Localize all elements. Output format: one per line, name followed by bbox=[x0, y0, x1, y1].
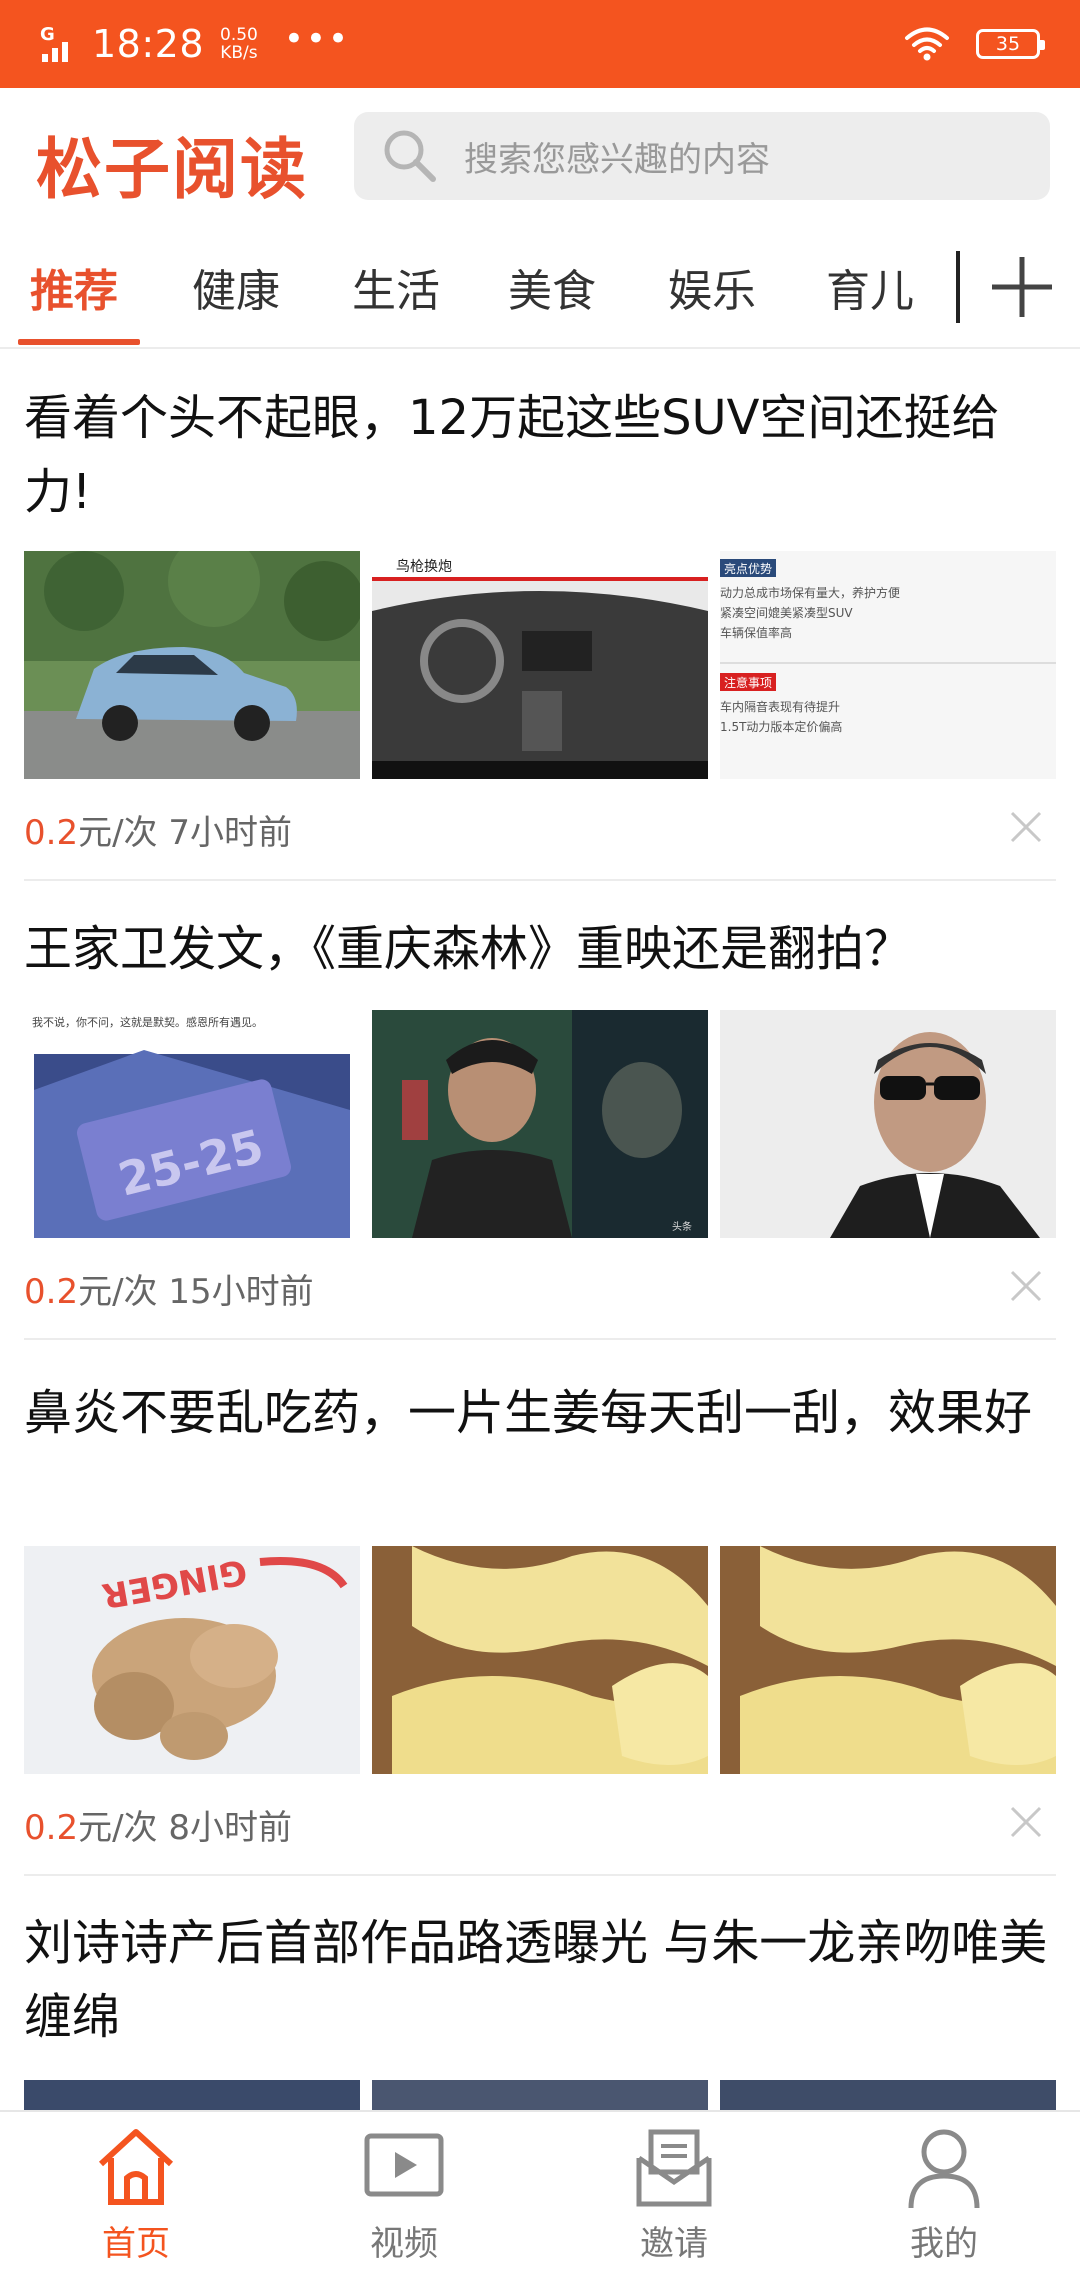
tab-recommend[interactable]: 推荐 bbox=[30, 255, 118, 319]
ginger-slices bbox=[720, 1546, 1056, 1774]
tab-parenting[interactable]: 育儿 bbox=[826, 255, 914, 319]
close-icon[interactable] bbox=[1008, 1268, 1044, 1304]
interior-caption: 鸟枪换炮 bbox=[396, 558, 452, 575]
nav-label: 视频 bbox=[370, 2224, 438, 2264]
battery-icon: 35 bbox=[976, 29, 1045, 59]
tab-health[interactable]: 健康 bbox=[192, 255, 280, 319]
svg-text:车内隔音表现有待提升: 车内隔音表现有待提升 bbox=[720, 699, 840, 714]
nav-invite[interactable]: 邀请 bbox=[574, 2122, 774, 2265]
nav-label: 首页 bbox=[102, 2224, 170, 2264]
suv-photo bbox=[24, 551, 360, 779]
article-title[interactable]: 鼻炎不要乱吃药，一片生姜每天刮一刮，效果好 bbox=[24, 1376, 1056, 1450]
article-images: GINGER bbox=[24, 1546, 1056, 1774]
photo bbox=[372, 2080, 708, 2110]
home-icon bbox=[98, 2129, 174, 2205]
post-time: 8小时前 bbox=[168, 1808, 292, 1848]
ginger-slices bbox=[372, 1546, 708, 1774]
suv-spec-sheet: 亮点优势 动力总成市场保有量大，养护方便 紧凑空间媲美紧凑型SUV 车辆保值率高… bbox=[720, 551, 1056, 779]
article-images bbox=[24, 2080, 1056, 2110]
svg-text:动力总成市场保有量大，养护方便: 动力总成市场保有量大，养护方便 bbox=[720, 585, 900, 600]
film-still: 头条 bbox=[372, 1010, 708, 1238]
price-value: 0.2 bbox=[24, 813, 79, 853]
svg-text:头条: 头条 bbox=[672, 1220, 692, 1233]
tab-life[interactable]: 生活 bbox=[352, 255, 440, 319]
svg-text:紧凑空间媲美紧凑型SUV: 紧凑空间媲美紧凑型SUV bbox=[720, 606, 853, 620]
more-notifications-icon: ••• bbox=[283, 19, 351, 59]
ginger-root: GINGER bbox=[24, 1546, 360, 1774]
photo bbox=[720, 2080, 1056, 2110]
price-unit: 元/次 bbox=[78, 813, 158, 853]
article-card[interactable]: 王家卫发文，《重庆森林》重映还是翻拍？ 我不说，你不问，这就是默契。感恩所有遇见… bbox=[0, 882, 1080, 1342]
search-placeholder: 搜索您感兴趣的内容 bbox=[464, 139, 770, 180]
divider bbox=[24, 879, 1056, 881]
article-card[interactable]: 刘诗诗产后首部作品路透曝光 与朱一龙亲吻唯美缠绵 bbox=[0, 1876, 1080, 2110]
post-time: 15小时前 bbox=[168, 1272, 314, 1312]
svg-text:我不说，你不问，这就是默契。感恩所有遇见。: 我不说，你不问，这就是默契。感恩所有遇见。 bbox=[32, 1015, 263, 1029]
price-unit: 元/次 bbox=[78, 1808, 158, 1848]
nav-video[interactable]: 视频 bbox=[304, 2122, 504, 2265]
article-meta: 0.2元/次 8小时前 bbox=[24, 1800, 292, 1849]
license-plate: 我不说，你不问，这就是默契。感恩所有遇见。 25-25 bbox=[24, 1010, 360, 1238]
clock: 18:28 bbox=[92, 22, 205, 66]
signal-icon: G bbox=[40, 24, 76, 64]
nav-label: 邀请 bbox=[640, 2224, 708, 2264]
nav-label: 我的 bbox=[910, 2224, 978, 2264]
profile-icon bbox=[908, 2129, 980, 2209]
add-category-icon[interactable] bbox=[984, 249, 1060, 325]
tab-entertainment[interactable]: 娱乐 bbox=[668, 255, 756, 319]
article-meta: 0.2元/次 15小时前 bbox=[24, 1264, 314, 1313]
article-card[interactable]: 鼻炎不要乱吃药，一片生姜每天刮一刮，效果好 GINGER 0.2元/次 8小时前 bbox=[0, 1342, 1080, 1876]
tab-divider bbox=[956, 251, 960, 323]
price-unit: 元/次 bbox=[78, 1272, 158, 1312]
nav-home[interactable]: 首页 bbox=[36, 2122, 236, 2265]
close-icon[interactable] bbox=[1008, 1804, 1044, 1840]
svg-text:1.5T动力版本定价偏高: 1.5T动力版本定价偏高 bbox=[720, 719, 842, 734]
app-header: 松子阅读 搜索您感兴趣的内容 bbox=[0, 88, 1080, 223]
price-value: 0.2 bbox=[24, 1808, 79, 1848]
svg-text:车辆保值率高: 车辆保值率高 bbox=[720, 625, 792, 640]
article-title[interactable]: 看着个头不起眼，12万起这些SUV空间还挺给力! bbox=[24, 381, 1056, 529]
post-time: 7小时前 bbox=[168, 813, 292, 853]
article-images: 我不说，你不问，这就是默契。感恩所有遇见。 25-25 头条 bbox=[24, 1010, 1056, 1238]
article-card[interactable]: 看着个头不起眼，12万起这些SUV空间还挺给力! 鸟枪换炮 亮点优势 动力总成市… bbox=[0, 347, 1080, 882]
active-tab-indicator bbox=[18, 339, 140, 345]
search-icon bbox=[384, 130, 436, 182]
article-title[interactable]: 刘诗诗产后首部作品路透曝光 与朱一龙亲吻唯美缠绵 bbox=[24, 1906, 1056, 2054]
network-speed: 0.50 KB/s bbox=[220, 25, 258, 63]
article-images: 鸟枪换炮 亮点优势 动力总成市场保有量大，养护方便 紧凑空间媲美紧凑型SUV 车… bbox=[24, 551, 1056, 779]
close-icon[interactable] bbox=[1008, 809, 1044, 845]
search-bar[interactable]: 搜索您感兴趣的内容 bbox=[354, 112, 1050, 200]
wifi-icon bbox=[905, 27, 949, 61]
svg-text:亮点优势: 亮点优势 bbox=[724, 561, 772, 576]
tab-food[interactable]: 美食 bbox=[508, 255, 596, 319]
status-bar: G 18:28 0.50 KB/s ••• 35 bbox=[0, 0, 1080, 88]
suv-interior: 鸟枪换炮 bbox=[372, 551, 708, 779]
price-value: 0.2 bbox=[24, 1272, 79, 1312]
category-tabs: 推荐 健康 生活 美食 娱乐 育儿 bbox=[0, 223, 1080, 349]
app-logo: 松子阅读 bbox=[36, 131, 308, 208]
nav-profile[interactable]: 我的 bbox=[844, 2122, 1044, 2265]
director-portrait bbox=[720, 1010, 1056, 1238]
invite-envelope-icon bbox=[636, 2129, 712, 2207]
article-title[interactable]: 王家卫发文，《重庆森林》重映还是翻拍？ bbox=[24, 912, 1056, 986]
svg-text:注意事项: 注意事项 bbox=[724, 675, 772, 690]
bottom-nav: 首页 视频 邀请 我的 bbox=[0, 2110, 1080, 2282]
photo bbox=[24, 2080, 360, 2110]
divider bbox=[24, 1338, 1056, 1340]
video-icon bbox=[364, 2133, 444, 2197]
article-meta: 0.2元/次 7小时前 bbox=[24, 805, 292, 854]
